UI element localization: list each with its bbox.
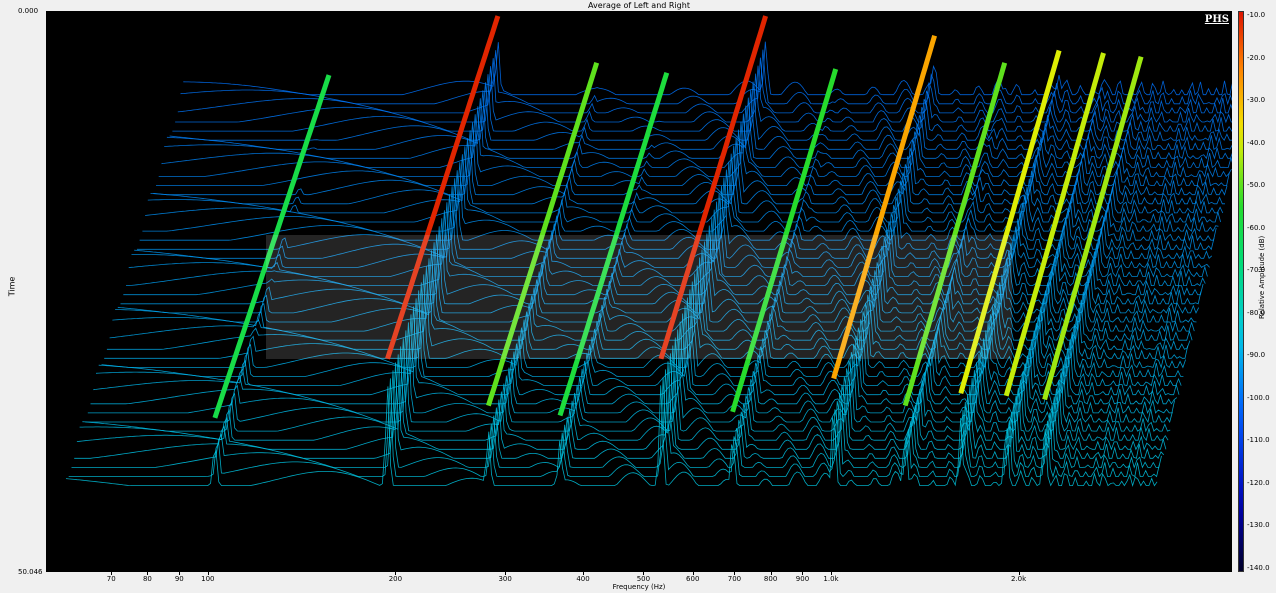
- colorbar-title: Relative Amplitude (dB): [1258, 235, 1266, 319]
- colorbar-tick-label: -40.0: [1247, 138, 1266, 147]
- y-tick-label-bottom: 50.046: [18, 568, 43, 576]
- x-tick-label: 70: [106, 575, 116, 583]
- time-slice-line: [65, 385, 1158, 488]
- time-slice-line: [177, 57, 1232, 114]
- colorbar-tick-label: -100.0: [1247, 393, 1270, 402]
- colorbar-tick-label: -10.0: [1247, 11, 1266, 19]
- colorbar-tick-label: -130.0: [1247, 521, 1270, 530]
- colorbar-tick-label: -30.0: [1247, 96, 1266, 105]
- colorbar-tick-label: -140.0: [1247, 564, 1270, 572]
- y-axis-label: Time: [7, 276, 17, 297]
- x-tick-label: 300: [498, 575, 512, 583]
- colorbar-tick-label: -90.0: [1247, 351, 1266, 360]
- colorbar: [1238, 11, 1244, 572]
- time-slice-line: [180, 49, 1232, 106]
- x-tick-label: 900: [795, 575, 810, 583]
- chart-title: Average of Left and Right: [588, 1, 690, 10]
- x-tick-label: 2.0k: [1011, 575, 1027, 583]
- x-axis-label: Frequency (Hz): [612, 583, 666, 591]
- colorbar-tick-label: -50.0: [1247, 181, 1266, 190]
- x-tick-label: 90: [174, 575, 184, 583]
- x-tick-label: 100: [201, 575, 215, 583]
- x-tick-label: 200: [388, 575, 403, 583]
- time-slice-line: [172, 73, 1232, 133]
- time-slice-line: [74, 361, 1164, 460]
- x-tick-label: 1.0k: [823, 575, 839, 583]
- x-tick-label: 700: [727, 575, 742, 583]
- colorbar-tick-label: -60.0: [1247, 223, 1266, 232]
- x-tick-label: 80: [142, 575, 152, 583]
- x-tick-label: 400: [576, 575, 590, 583]
- brand-logo: PHS: [1204, 14, 1229, 25]
- colorbar-tick-label: -20.0: [1247, 53, 1266, 62]
- y-tick-label-top: 0.000: [18, 7, 39, 15]
- x-tick-label: 500: [636, 575, 651, 583]
- plot-area[interactable]: PHS: [46, 11, 1232, 572]
- time-slice-line: [183, 41, 1232, 96]
- watermark: [266, 235, 1012, 359]
- x-tick-label: 600: [686, 575, 700, 583]
- time-slice-line: [175, 65, 1232, 124]
- x-tick-label: 800: [763, 575, 778, 583]
- colorbar-tick-label: -120.0: [1247, 478, 1270, 487]
- colorbar-tick-label: -110.0: [1247, 436, 1270, 445]
